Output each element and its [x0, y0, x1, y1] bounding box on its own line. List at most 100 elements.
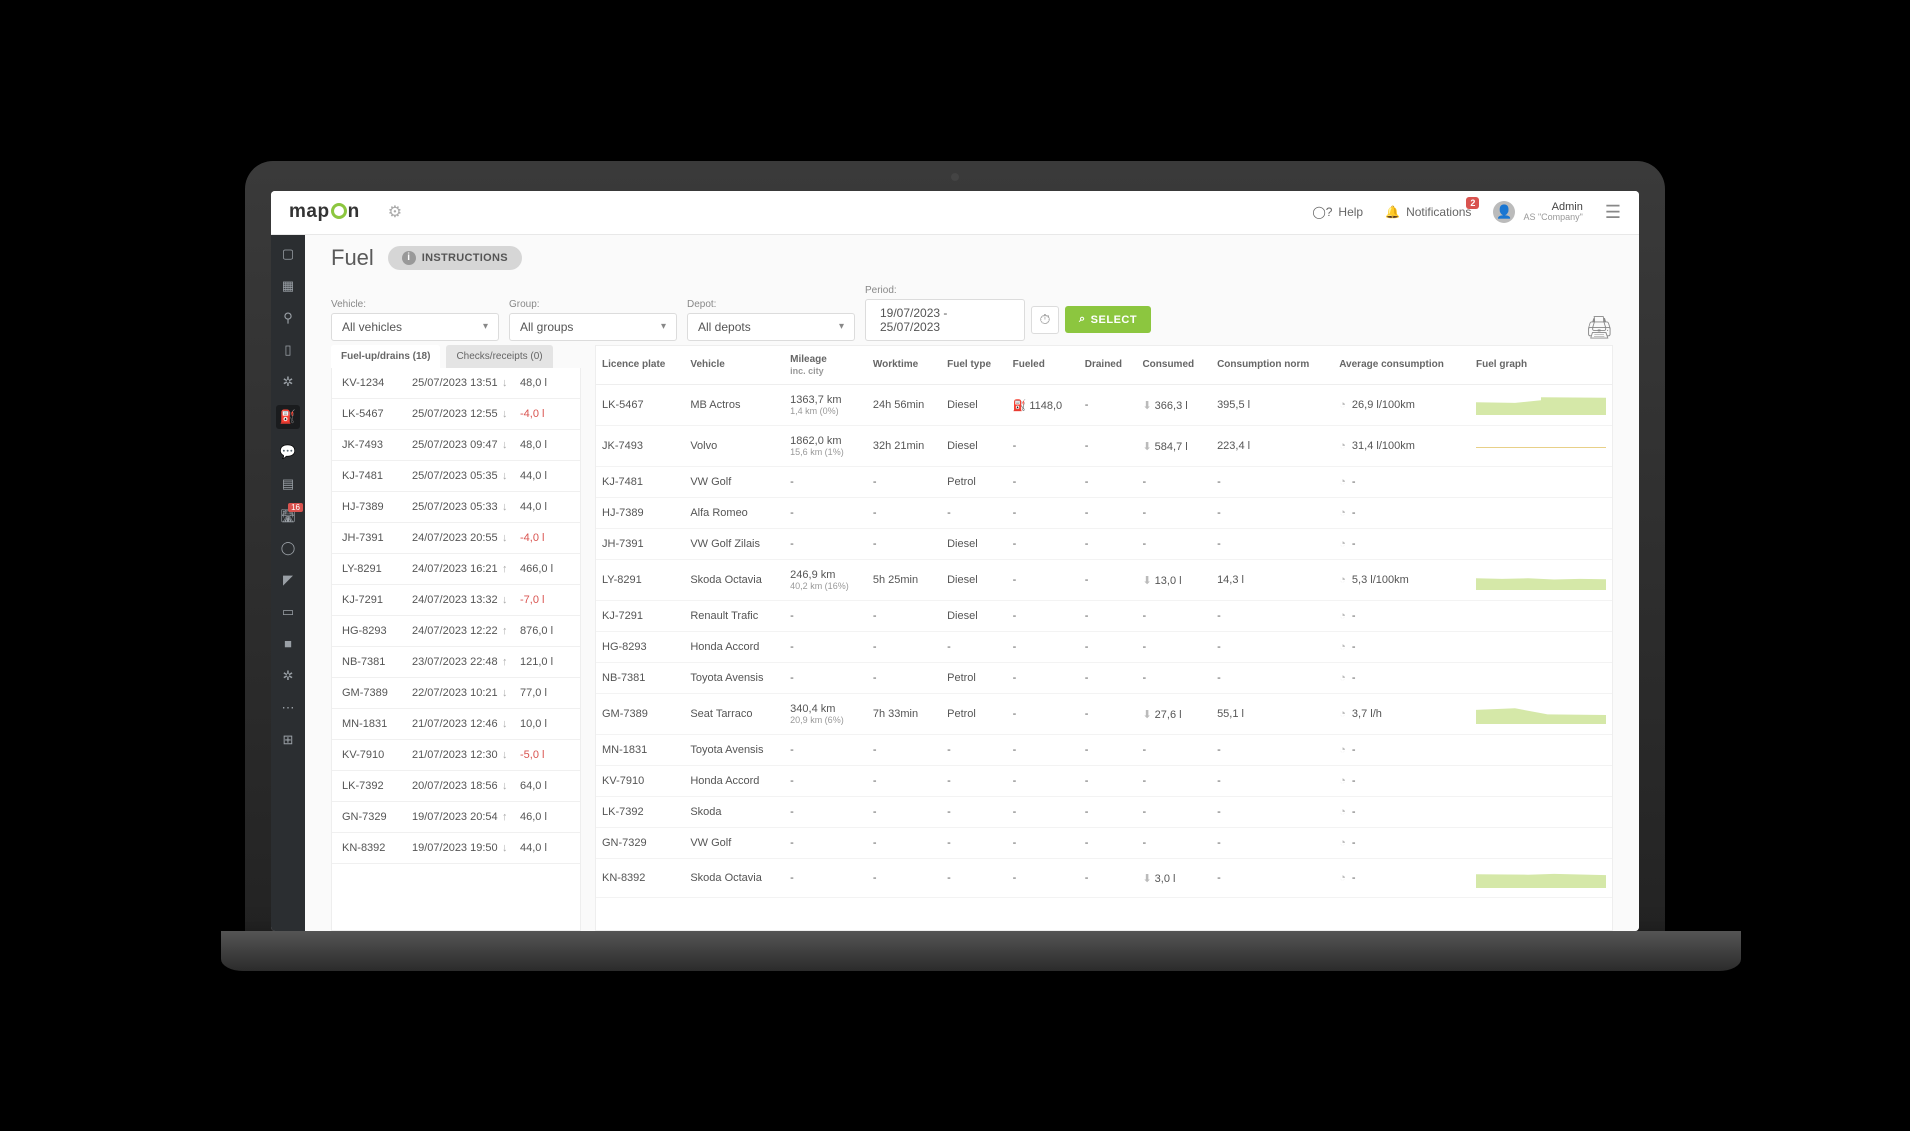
cell-consumed: - — [1136, 828, 1211, 859]
nav-grid-icon[interactable]: ▦ — [279, 277, 297, 295]
nav-calendar-icon[interactable]: ▭ — [279, 603, 297, 621]
nav-map-icon[interactable]: ▢ — [279, 245, 297, 263]
time-picker-button[interactable]: ⏱ — [1031, 306, 1059, 334]
table-row[interactable]: MN-1831 Toyota Avensis - - - - - - - ◔ - — [596, 735, 1612, 766]
brand-logo[interactable]: mapn — [289, 201, 360, 223]
table-row[interactable]: HJ-7389 Alfa Romeo - - - - - - - ◔ - — [596, 498, 1612, 529]
cell-fueltype: - — [941, 498, 1007, 529]
events-list[interactable]: KV-1234 25/07/2023 13:51 ↓ 48,0 lLK-5467… — [331, 368, 581, 931]
event-row[interactable]: KN-8392 19/07/2023 19:50 ↓ 44,0 l — [332, 833, 580, 864]
col-norm[interactable]: Consumption norm — [1211, 346, 1333, 385]
table-row[interactable]: HG-8293 Honda Accord - - - - - - - ◔ - — [596, 632, 1612, 663]
cell-consumed: - — [1136, 663, 1211, 694]
col-fueltype[interactable]: Fuel type — [941, 346, 1007, 385]
gauge-icon: ◔ — [1339, 574, 1346, 586]
cell-fueled: - — [1007, 694, 1079, 735]
col-mileage[interactable]: Mileageinc. city — [784, 346, 867, 385]
event-date: 24/07/2023 16:21 — [412, 563, 502, 575]
nav-gear-icon[interactable]: ✲ — [279, 373, 297, 391]
table-row[interactable]: JK-7493 Volvo 1862,0 km15,6 km (1%) 32h … — [596, 426, 1612, 467]
vehicle-select[interactable]: All vehicles▾ — [331, 313, 499, 341]
event-row[interactable]: LY-8291 24/07/2023 16:21 ↑ 466,0 l — [332, 554, 580, 585]
cell-fueltype: Diesel — [941, 601, 1007, 632]
nav-settings-icon[interactable]: ✲ — [279, 667, 297, 685]
table-row[interactable]: LK-5467 MB Actros 1363,7 km1,4 km (0%) 2… — [596, 385, 1612, 426]
page-title: Fuel — [331, 245, 374, 271]
col-licence[interactable]: Licence plate — [596, 346, 684, 385]
nav-user-icon[interactable]: ◯ — [279, 539, 297, 557]
nav-chat-icon[interactable]: 💬 — [279, 443, 297, 461]
nav-route-icon[interactable]: 🛣16 — [279, 507, 297, 525]
event-row[interactable]: KV-7910 21/07/2023 12:30 ↓ -5,0 l — [332, 740, 580, 771]
table-row[interactable]: LY-8291 Skoda Octavia 246,9 km40,2 km (1… — [596, 560, 1612, 601]
table-row[interactable]: GN-7329 VW Golf - - - - - - - ◔ - — [596, 828, 1612, 859]
event-row[interactable]: HJ-7389 25/07/2023 05:33 ↓ 44,0 l — [332, 492, 580, 523]
event-row[interactable]: LK-5467 25/07/2023 12:55 ↓ -4,0 l — [332, 399, 580, 430]
cell-fueltype: Diesel — [941, 529, 1007, 560]
col-drained[interactable]: Drained — [1079, 346, 1137, 385]
group-select[interactable]: All groups▾ — [509, 313, 677, 341]
col-worktime[interactable]: Worktime — [867, 346, 941, 385]
notification-badge: 2 — [1466, 197, 1479, 209]
nav-more-icon[interactable]: ⋯ — [279, 699, 297, 717]
event-direction-icon: ↓ — [502, 408, 520, 420]
table-row[interactable]: NB-7381 Toyota Avensis - - Petrol - - - … — [596, 663, 1612, 694]
notifications-link[interactable]: 🔔 2 Notifications — [1385, 205, 1471, 219]
event-date: 19/07/2023 19:50 — [412, 842, 502, 854]
cell-graph — [1470, 529, 1612, 560]
instructions-button[interactable]: i INSTRUCTIONS — [388, 246, 522, 270]
event-row[interactable]: LK-7392 20/07/2023 18:56 ↓ 64,0 l — [332, 771, 580, 802]
cell-mileage: - — [784, 859, 867, 898]
event-row[interactable]: KJ-7481 25/07/2023 05:35 ↓ 44,0 l — [332, 461, 580, 492]
nav-flag-icon[interactable]: ◤ — [279, 571, 297, 589]
event-direction-icon: ↓ — [502, 687, 520, 699]
table-row[interactable]: KJ-7291 Renault Trafic - - Diesel - - - … — [596, 601, 1612, 632]
nav-pin-icon[interactable]: ⚲ — [279, 309, 297, 327]
table-row[interactable]: LK-7392 Skoda - - - - - - - ◔ - — [596, 797, 1612, 828]
nav-doc-icon[interactable]: ▯ — [279, 341, 297, 359]
table-row[interactable]: KJ-7481 VW Golf - - Petrol - - - - ◔ - — [596, 467, 1612, 498]
event-row[interactable]: GM-7389 22/07/2023 10:21 ↓ 77,0 l — [332, 678, 580, 709]
event-row[interactable]: NB-7381 23/07/2023 22:48 ↑ 121,0 l — [332, 647, 580, 678]
event-row[interactable]: HG-8293 24/07/2023 12:22 ↑ 876,0 l — [332, 616, 580, 647]
col-graph[interactable]: Fuel graph — [1470, 346, 1612, 385]
event-row[interactable]: MN-1831 21/07/2023 12:46 ↓ 10,0 l — [332, 709, 580, 740]
event-row[interactable]: GN-7329 19/07/2023 20:54 ↑ 46,0 l — [332, 802, 580, 833]
tab-checks[interactable]: Checks/receipts (0) — [446, 345, 552, 368]
gauge-icon: ◔ — [1339, 672, 1346, 684]
table-row[interactable]: KN-8392 Skoda Octavia - - - - - ⬇3,0 l -… — [596, 859, 1612, 898]
data-table-panel[interactable]: Licence plate Vehicle Mileageinc. city W… — [595, 345, 1613, 931]
table-row[interactable]: KV-7910 Honda Accord - - - - - - - ◔ - — [596, 766, 1612, 797]
event-row[interactable]: KV-1234 25/07/2023 13:51 ↓ 48,0 l — [332, 368, 580, 399]
menu-icon[interactable]: ☰ — [1605, 202, 1621, 223]
nav-apps-icon[interactable]: ⊞ — [279, 731, 297, 749]
cell-fueled: - — [1007, 498, 1079, 529]
table-row[interactable]: GM-7389 Seat Tarraco 340,4 km20,9 km (6%… — [596, 694, 1612, 735]
nav-camera-icon[interactable]: ■ — [279, 635, 297, 653]
nav-clipboard-icon[interactable]: ▤ — [279, 475, 297, 493]
col-consumed[interactable]: Consumed — [1136, 346, 1211, 385]
nav-fuel-icon[interactable]: ⛽ — [276, 405, 300, 429]
tab-fuelup[interactable]: Fuel-up/drains (18) — [331, 345, 440, 368]
search-icon: ⌕ — [1079, 313, 1086, 326]
col-vehicle[interactable]: Vehicle — [684, 346, 784, 385]
cell-vehicle: Skoda Octavia — [684, 560, 784, 601]
depot-select[interactable]: All depots▾ — [687, 313, 855, 341]
event-row[interactable]: JK-7493 25/07/2023 09:47 ↓ 48,0 l — [332, 430, 580, 461]
col-fueled[interactable]: Fueled — [1007, 346, 1079, 385]
table-row[interactable]: JH-7391 VW Golf Zilais - - Diesel - - - … — [596, 529, 1612, 560]
cell-mileage: 1862,0 km15,6 km (1%) — [784, 426, 867, 467]
col-avg[interactable]: Average consumption — [1333, 346, 1470, 385]
print-icon[interactable]: 🖨 — [1585, 315, 1613, 341]
user-menu[interactable]: 👤 Admin AS "Company" — [1493, 201, 1582, 223]
event-row[interactable]: KJ-7291 24/07/2023 13:32 ↓ -7,0 l — [332, 585, 580, 616]
settings-gear-icon[interactable]: ⚙ — [388, 202, 402, 222]
event-row[interactable]: JH-7391 24/07/2023 20:55 ↓ -4,0 l — [332, 523, 580, 554]
cell-plate: MN-1831 — [596, 735, 684, 766]
info-icon: i — [402, 251, 416, 265]
cell-graph — [1470, 385, 1612, 426]
cell-worktime: 7h 33min — [867, 694, 941, 735]
select-button[interactable]: ⌕ SELECT — [1065, 306, 1151, 333]
help-link[interactable]: ◯? Help — [1312, 205, 1363, 219]
period-range-picker[interactable]: 19/07/2023 - 25/07/2023 — [865, 299, 1025, 341]
